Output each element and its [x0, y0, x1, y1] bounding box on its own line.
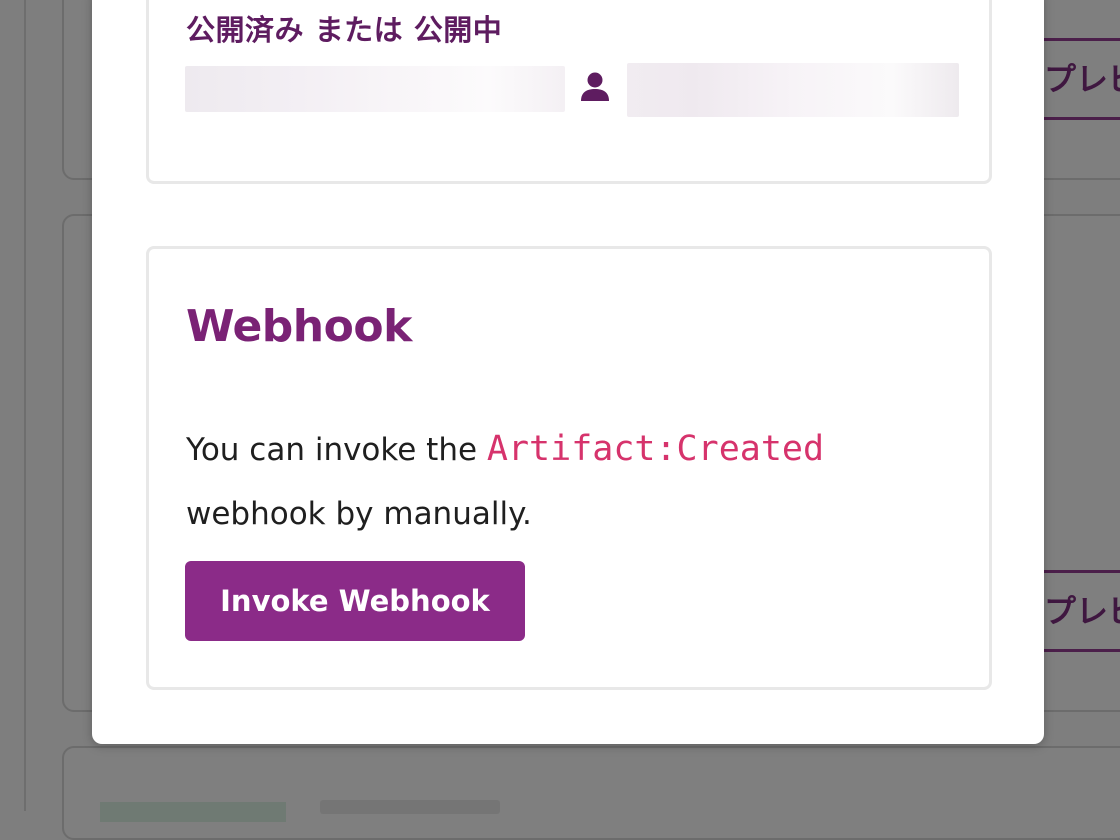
redacted-text — [185, 66, 565, 112]
invoke-webhook-button[interactable]: Invoke Webhook — [185, 561, 525, 641]
event-code: Artifact:Created — [486, 429, 825, 469]
background-preview-button: プレビ — [1044, 38, 1120, 120]
background-card — [62, 746, 1120, 840]
background-text — [320, 800, 500, 814]
webhook-panel: Webhook You can invoke the Artifact:Crea… — [146, 246, 992, 690]
webhook-description: You can invoke the Artifact:Created webh… — [186, 417, 946, 546]
webhook-title: Webhook — [186, 301, 412, 352]
background-thumbnail — [100, 802, 286, 822]
background-side-rail — [0, 0, 26, 811]
background-preview-button: プレビ — [1044, 570, 1120, 652]
description-text: You can invoke the — [186, 432, 487, 468]
status-title: 公開済み または 公開中 — [186, 13, 503, 47]
user-icon — [580, 70, 610, 102]
modal-dialog: 公開済み または 公開中 Webhook You can invoke the … — [92, 0, 1044, 744]
status-panel: 公開済み または 公開中 — [146, 0, 992, 184]
description-text: webhook by manually. — [186, 496, 532, 532]
redacted-user-name — [627, 63, 959, 117]
